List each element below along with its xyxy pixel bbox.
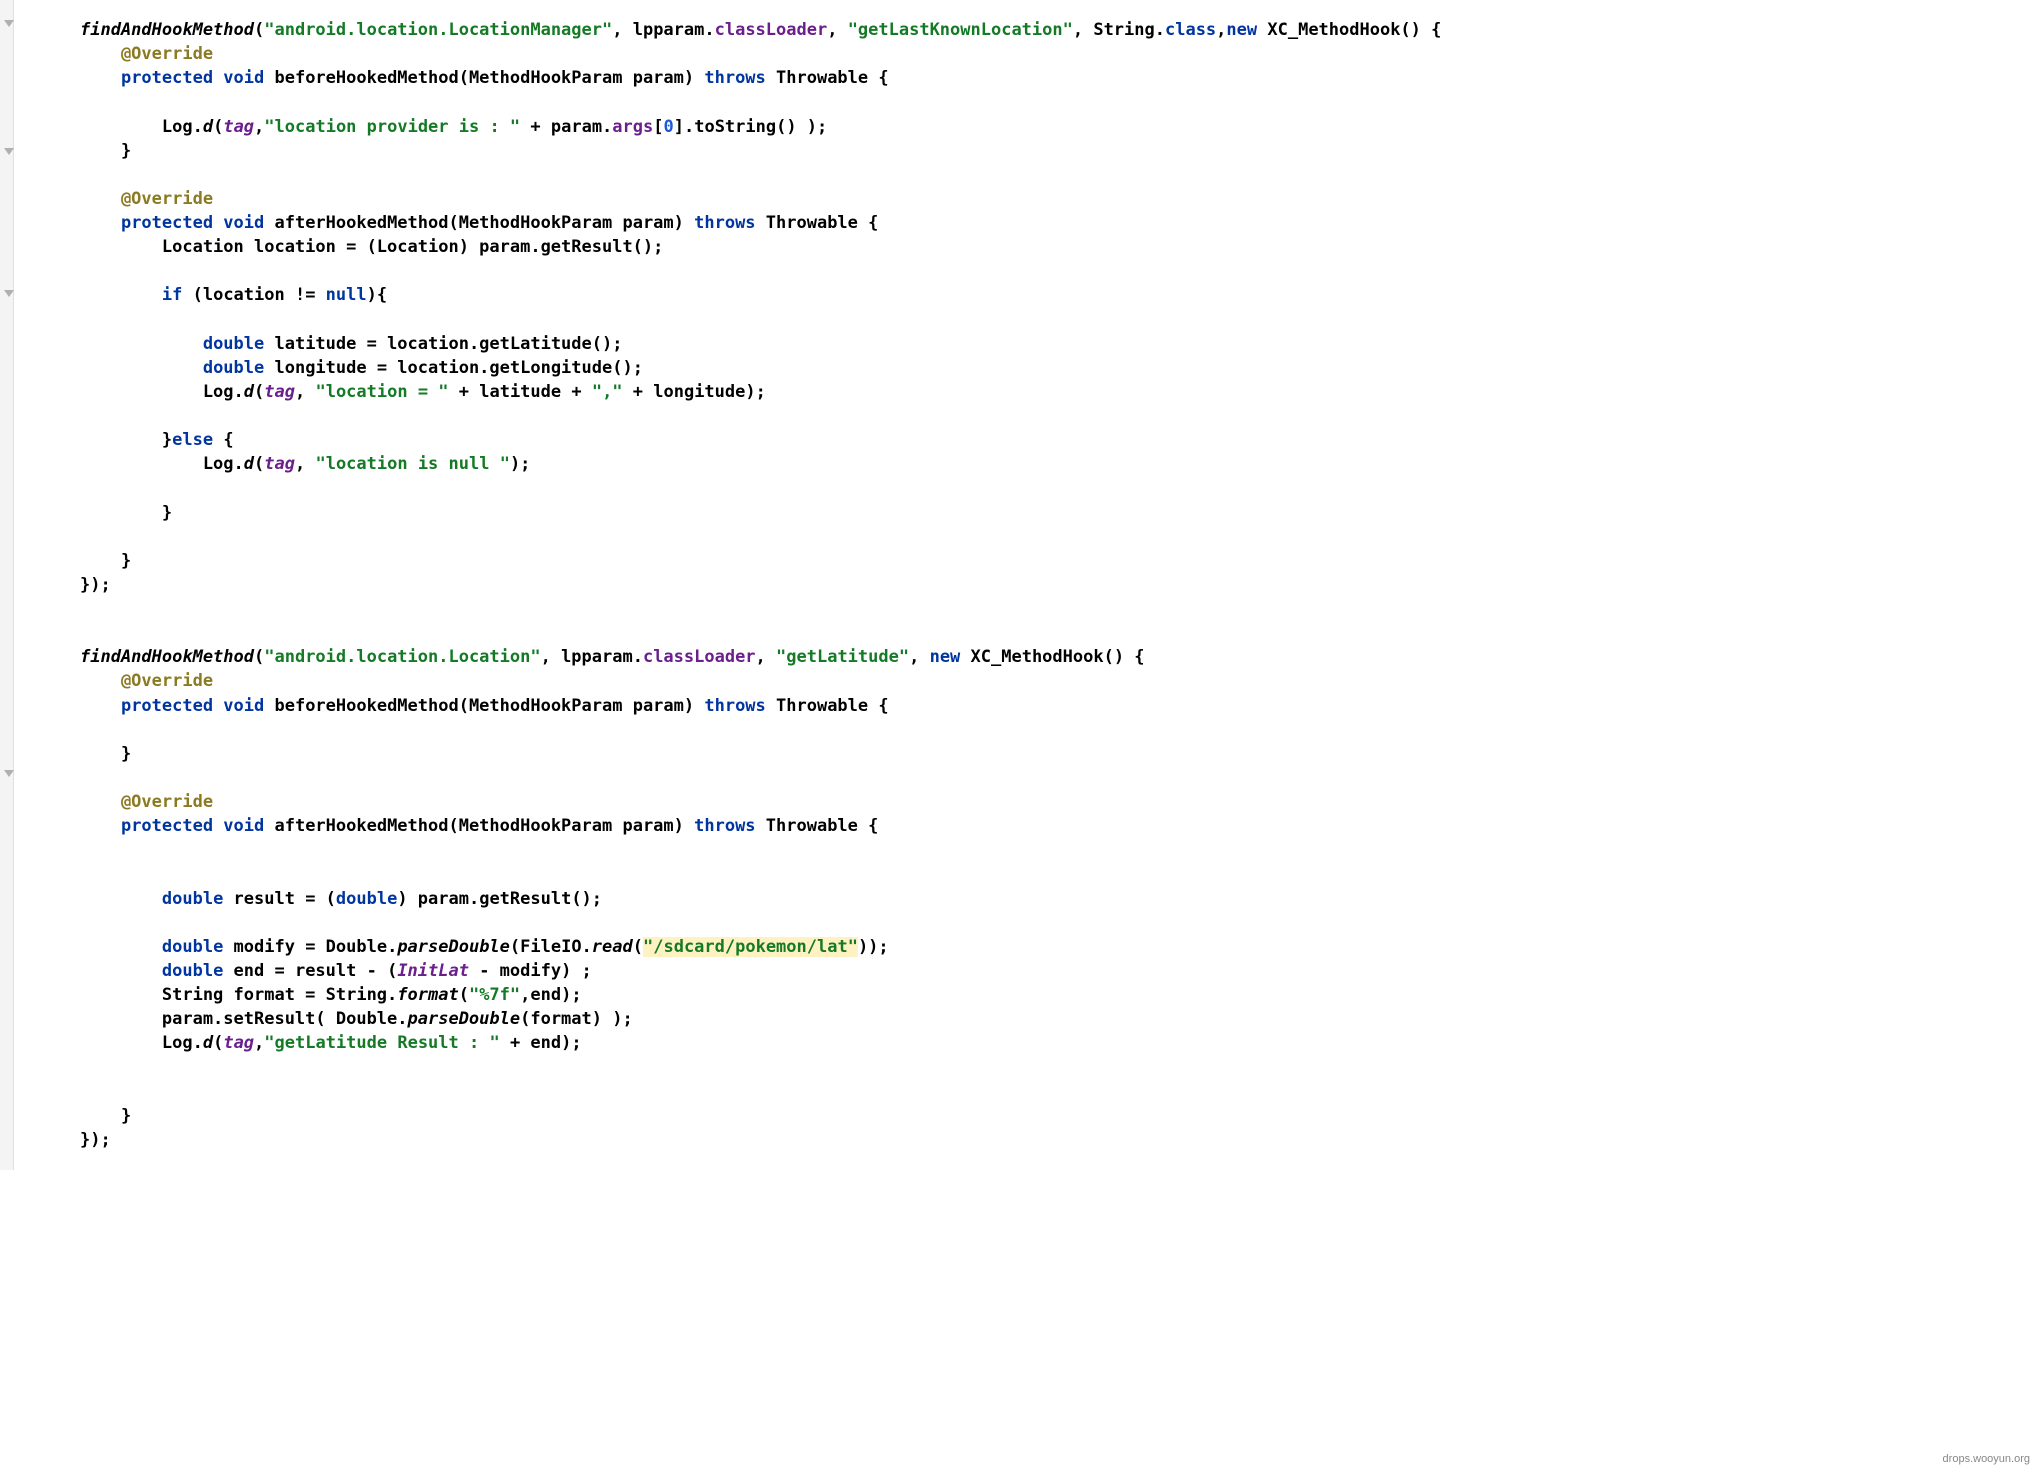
code-block[interactable]: findAndHookMethod("android.location.Loca… xyxy=(80,18,2042,1152)
fold-marker-icon[interactable] xyxy=(4,20,14,27)
fold-marker-icon[interactable] xyxy=(4,148,14,155)
watermark-text: drops.wooyun.org xyxy=(1943,1452,2030,1468)
fold-marker-icon[interactable] xyxy=(4,770,14,777)
editor-gutter xyxy=(0,0,14,1170)
fold-marker-icon[interactable] xyxy=(4,290,14,297)
